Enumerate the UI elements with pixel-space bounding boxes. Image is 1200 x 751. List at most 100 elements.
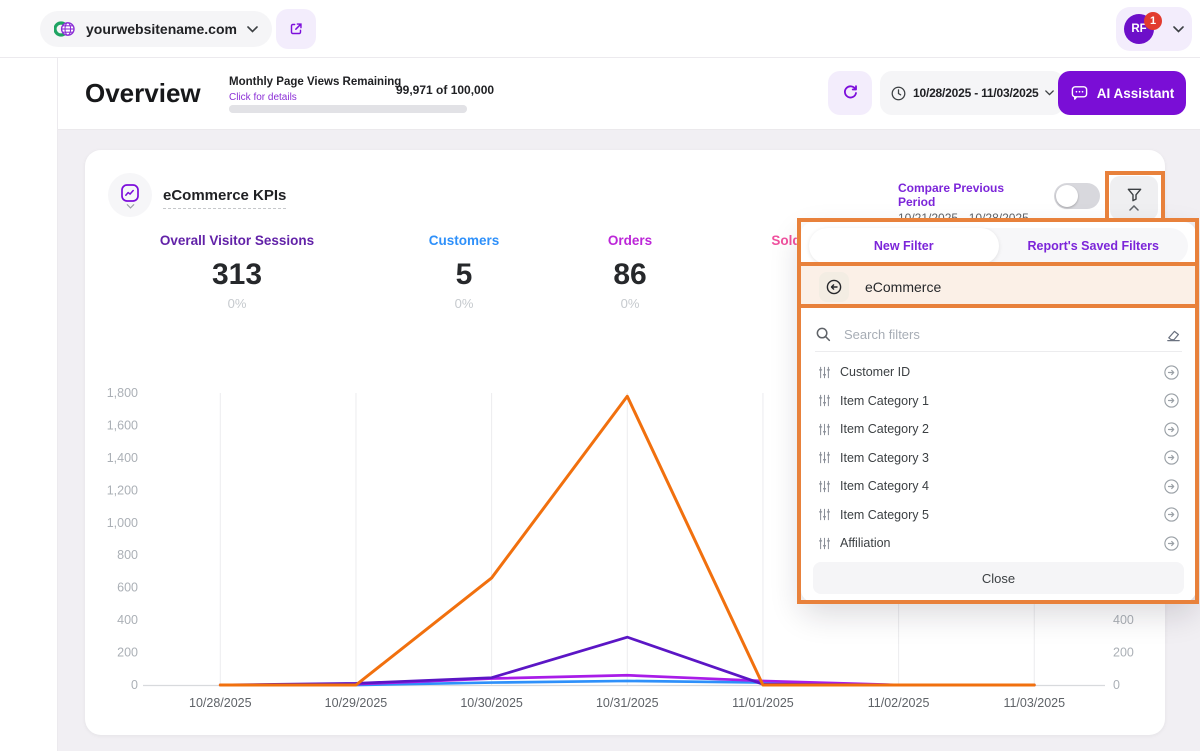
arrow-right-circle-icon[interactable] (1163, 392, 1180, 409)
svg-text:10/30/2025: 10/30/2025 (460, 696, 523, 710)
kpi-change: 0% (429, 296, 500, 311)
chevron-down-icon (1045, 90, 1054, 96)
context-icon-box (819, 272, 849, 302)
refresh-button[interactable] (828, 71, 872, 115)
toggle-knob (1056, 185, 1078, 207)
website-selector[interactable]: yourwebsitename.com (40, 11, 272, 47)
kpi-value: 86 (608, 258, 652, 292)
date-range-picker[interactable]: 10/28/2025 - 11/03/2025 (880, 71, 1064, 115)
filter-list-item[interactable]: Item Category 1 (801, 387, 1196, 416)
open-website-button[interactable] (276, 9, 316, 49)
profile-menu[interactable]: RF 1 (1116, 7, 1192, 51)
filter-list-item[interactable]: Item Category 3 (801, 444, 1196, 473)
pageviews-label: Monthly Page Views Remaining (229, 76, 401, 88)
svg-text:0: 0 (1113, 678, 1120, 692)
page-title: Overview (85, 78, 201, 109)
arrow-right-circle-icon[interactable] (1163, 535, 1180, 552)
arrow-right-circle-icon[interactable] (1163, 364, 1180, 381)
filter-label: Customer ID (840, 365, 1163, 379)
sliders-icon (818, 366, 831, 379)
ai-assistant-button[interactable]: AI Assistant (1058, 71, 1186, 115)
kpi-value: 313 (160, 258, 314, 292)
line-chart-icon (119, 182, 141, 204)
filter-panel: New Filter Report's Saved Filters eComme… (801, 222, 1196, 602)
svg-text:10/28/2025: 10/28/2025 (189, 696, 252, 710)
sliders-icon (818, 508, 831, 521)
pageviews-progress-fill (229, 105, 467, 113)
tab-new-filter[interactable]: New Filter (809, 228, 999, 264)
svg-text:200: 200 (1113, 646, 1134, 660)
chevron-down-icon (1173, 26, 1184, 33)
filter-label: Item Category 3 (840, 451, 1163, 465)
filter-list-item[interactable]: Item Category 4 (801, 472, 1196, 501)
sliders-icon (818, 423, 831, 436)
kpi-metric: Orders 86 0% (608, 233, 652, 311)
svg-text:0: 0 (131, 678, 138, 692)
filter-search-input[interactable] (842, 326, 1155, 343)
svg-text:11/01/2025: 11/01/2025 (732, 696, 794, 710)
filter-button[interactable] (1110, 176, 1158, 220)
arrow-right-circle-icon[interactable] (1163, 449, 1180, 466)
kpi-label[interactable]: Overall Visitor Sessions (160, 233, 314, 248)
kpi-label[interactable]: Orders (608, 233, 652, 248)
filter-list-item[interactable]: Affiliation (801, 529, 1196, 558)
filter-label: Affiliation (840, 536, 1163, 550)
pageviews-progress-bar (229, 105, 467, 113)
arrow-right-circle-icon[interactable] (1163, 421, 1180, 438)
sliders-icon (818, 451, 831, 464)
pageviews-details-link[interactable]: Click for details (229, 92, 297, 103)
sliders-icon (818, 394, 831, 407)
kpi-change: 0% (160, 296, 314, 311)
funnel-icon (1125, 186, 1144, 203)
refresh-icon (840, 83, 860, 103)
chevron-down-icon (126, 204, 135, 209)
kpi-metric: Customers 5 0% (429, 233, 500, 311)
filter-list-item[interactable]: Customer ID (801, 358, 1196, 387)
svg-text:1,200: 1,200 (107, 483, 138, 497)
circle-arrow-left-icon (825, 278, 843, 296)
kpi-label[interactable]: Customers (429, 233, 500, 248)
search-icon (815, 326, 832, 343)
date-range-value: 10/28/2025 - 11/03/2025 (913, 86, 1039, 100)
widget-menu-button[interactable] (108, 173, 152, 217)
kpi-label[interactable]: Sold (771, 233, 800, 248)
eraser-icon[interactable] (1165, 326, 1182, 343)
filter-list-item[interactable]: Item Category 5 (801, 501, 1196, 530)
svg-text:600: 600 (117, 581, 138, 595)
svg-text:1,000: 1,000 (107, 516, 138, 530)
svg-text:800: 800 (117, 548, 138, 562)
kpi-metric: Sold (771, 233, 800, 258)
chevron-up-icon (1129, 205, 1139, 211)
kpi-metric: Overall Visitor Sessions 313 0% (160, 233, 314, 311)
arrow-right-circle-icon[interactable] (1163, 506, 1180, 523)
filter-context-label: eCommerce (865, 279, 941, 295)
app-window: yourwebsitename.com RF 1 (0, 0, 1200, 751)
filter-label: Item Category 1 (840, 394, 1163, 408)
arrow-right-circle-icon[interactable] (1163, 478, 1180, 495)
ai-chat-icon (1070, 84, 1089, 102)
svg-text:1,400: 1,400 (107, 451, 138, 465)
filter-label: Item Category 4 (840, 479, 1163, 493)
card-title[interactable]: eCommerce KPIs (163, 187, 286, 209)
notification-badge: 1 (1144, 12, 1162, 30)
globe-icon (54, 20, 76, 38)
sliders-icon (818, 480, 831, 493)
svg-text:10/29/2025: 10/29/2025 (325, 696, 388, 710)
kpi-change: 0% (608, 296, 652, 311)
filter-label: Item Category 2 (840, 422, 1163, 436)
tab-saved-filters[interactable]: Report's Saved Filters (999, 228, 1189, 264)
filter-tabs: New Filter Report's Saved Filters (809, 228, 1188, 264)
compare-toggle[interactable] (1054, 183, 1100, 209)
filter-label: Item Category 5 (840, 508, 1163, 522)
svg-text:1,800: 1,800 (107, 386, 138, 400)
filter-search-row (815, 318, 1182, 352)
external-link-icon (287, 20, 305, 38)
svg-text:11/03/2025: 11/03/2025 (1003, 696, 1065, 710)
svg-text:1,600: 1,600 (107, 418, 138, 432)
sidebar (0, 58, 58, 751)
filter-list-item[interactable]: Item Category 2 (801, 415, 1196, 444)
compare-previous-period: Compare Previous Period 10/21/2025 - 10/… (898, 181, 1033, 225)
filter-context-row[interactable]: eCommerce (801, 266, 1196, 308)
svg-text:400: 400 (117, 613, 138, 627)
close-button[interactable]: Close (813, 562, 1184, 594)
